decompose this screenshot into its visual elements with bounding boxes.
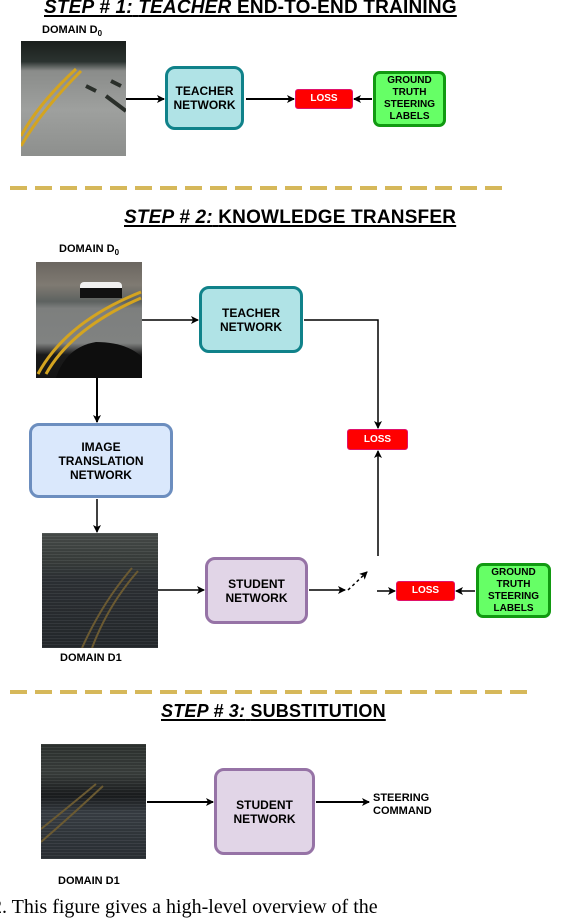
arrow-teacher-to-loss bbox=[304, 319, 382, 429]
connector-arrows bbox=[93, 95, 475, 806]
switch-dashed-arrow bbox=[347, 571, 368, 591]
